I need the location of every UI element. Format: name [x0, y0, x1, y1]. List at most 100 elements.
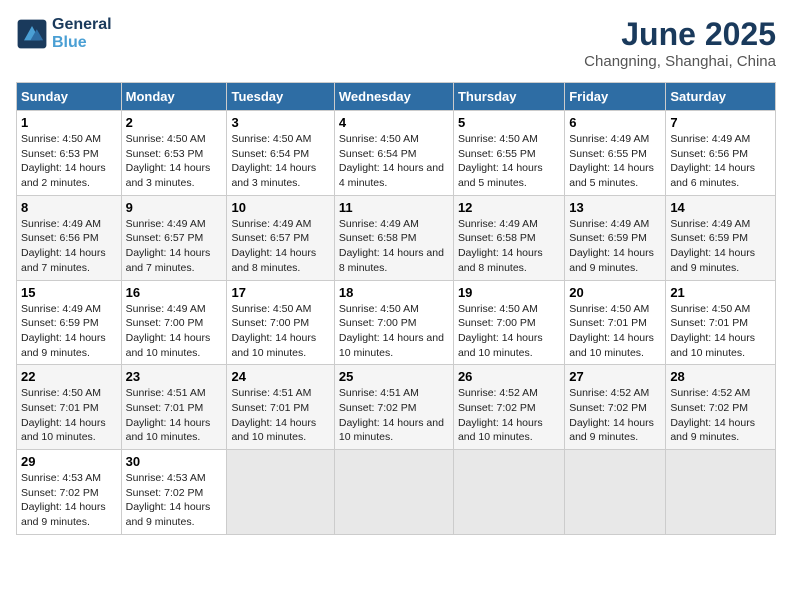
day-cell: 15Sunrise: 4:49 AMSunset: 6:59 PMDayligh…	[17, 280, 122, 365]
day-number: 24	[231, 369, 329, 384]
calendar-table: SundayMondayTuesdayWednesdayThursdayFrid…	[16, 82, 776, 535]
day-info: Sunrise: 4:52 AMSunset: 7:02 PMDaylight:…	[670, 386, 771, 445]
week-row-2: 8Sunrise: 4:49 AMSunset: 6:56 PMDaylight…	[17, 195, 776, 280]
day-number: 28	[670, 369, 771, 384]
day-info: Sunrise: 4:49 AMSunset: 6:57 PMDaylight:…	[231, 217, 329, 276]
day-number: 25	[339, 369, 449, 384]
day-cell: 16 Sunrise: 4:49 AMSunset: 7:00 PMDayligh…	[121, 280, 227, 365]
day-info: Sunrise: 4:51 AMSunset: 7:01 PMDaylight:…	[231, 386, 329, 445]
day-info: Sunrise: 4:50 AMSunset: 7:01 PMDaylight:…	[670, 302, 771, 361]
day-number: 13	[569, 200, 661, 215]
title-block: June 2025 Changning, Shanghai, China	[584, 16, 776, 70]
day-info: Sunrise: 4:49 AMSunset: 6:58 PMDaylight:…	[339, 217, 449, 276]
logo: General Blue	[16, 16, 112, 52]
day-number: 17	[231, 285, 329, 300]
day-number: 11	[339, 200, 449, 215]
day-cell: 28 Sunrise: 4:52 AMSunset: 7:02 PMDayligh…	[666, 365, 776, 450]
day-info: Sunrise: 4:49 AMSunset: 6:56 PMDaylight:…	[670, 132, 771, 191]
day-cell: 30 Sunrise: 4:53 AMSunset: 7:02 PMDayligh…	[121, 450, 227, 535]
day-cell: 10 Sunrise: 4:49 AMSunset: 6:57 PMDayligh…	[227, 195, 334, 280]
day-info: Sunrise: 4:51 AMSunset: 7:02 PMDaylight:…	[339, 386, 449, 445]
day-info: Sunrise: 4:53 AMSunset: 7:02 PMDaylight:…	[21, 471, 117, 530]
day-cell: 7 Sunrise: 4:49 AMSunset: 6:56 PMDaylight…	[666, 111, 776, 196]
header-cell-monday: Monday	[121, 83, 227, 111]
day-number: 30	[126, 454, 223, 469]
day-cell	[565, 450, 666, 535]
day-cell: 18 Sunrise: 4:50 AMSunset: 7:00 PMDayligh…	[334, 280, 453, 365]
day-number: 20	[569, 285, 661, 300]
day-info: Sunrise: 4:50 AMSunset: 7:00 PMDaylight:…	[339, 302, 449, 361]
day-cell	[227, 450, 334, 535]
week-row-4: 22 Sunrise: 4:50 AMSunset: 7:01 PMDayligh…	[17, 365, 776, 450]
header-cell-sunday: Sunday	[17, 83, 122, 111]
day-number: 19	[458, 285, 560, 300]
day-info: Sunrise: 4:49 AMSunset: 7:00 PMDaylight:…	[126, 302, 223, 361]
day-cell	[453, 450, 564, 535]
day-cell: 3 Sunrise: 4:50 AMSunset: 6:54 PMDaylight…	[227, 111, 334, 196]
calendar-body: 1 Sunrise: 4:50 AMSunset: 6:53 PMDaylight…	[17, 111, 776, 535]
day-number: 18	[339, 285, 449, 300]
day-info: Sunrise: 4:52 AMSunset: 7:02 PMDaylight:…	[569, 386, 661, 445]
day-number: 23	[126, 369, 223, 384]
day-cell: 9Sunrise: 4:49 AMSunset: 6:57 PMDaylight…	[121, 195, 227, 280]
day-cell: 1 Sunrise: 4:50 AMSunset: 6:53 PMDaylight…	[17, 111, 122, 196]
header-cell-wednesday: Wednesday	[334, 83, 453, 111]
day-number: 12	[458, 200, 560, 215]
day-number: 22	[21, 369, 117, 384]
day-number: 27	[569, 369, 661, 384]
day-info: Sunrise: 4:49 AMSunset: 6:59 PMDaylight:…	[569, 217, 661, 276]
day-info: Sunrise: 4:50 AMSunset: 6:53 PMDaylight:…	[126, 132, 223, 191]
day-number: 21	[670, 285, 771, 300]
day-info: Sunrise: 4:49 AMSunset: 6:55 PMDaylight:…	[569, 132, 661, 191]
day-number: 29	[21, 454, 117, 469]
day-cell	[666, 450, 776, 535]
day-info: Sunrise: 4:50 AMSunset: 7:01 PMDaylight:…	[21, 386, 117, 445]
day-number: 2	[126, 115, 223, 130]
day-cell: 19 Sunrise: 4:50 AMSunset: 7:00 PMDayligh…	[453, 280, 564, 365]
header-cell-saturday: Saturday	[666, 83, 776, 111]
day-number: 14	[670, 200, 771, 215]
day-cell: 22 Sunrise: 4:50 AMSunset: 7:01 PMDayligh…	[17, 365, 122, 450]
day-cell: 2 Sunrise: 4:50 AMSunset: 6:53 PMDaylight…	[121, 111, 227, 196]
day-cell: 21 Sunrise: 4:50 AMSunset: 7:01 PMDayligh…	[666, 280, 776, 365]
day-info: Sunrise: 4:49 AMSunset: 6:59 PMDaylight:…	[670, 217, 771, 276]
day-cell: 8Sunrise: 4:49 AMSunset: 6:56 PMDaylight…	[17, 195, 122, 280]
day-cell: 25 Sunrise: 4:51 AMSunset: 7:02 PMDayligh…	[334, 365, 453, 450]
day-info: Sunrise: 4:53 AMSunset: 7:02 PMDaylight:…	[126, 471, 223, 530]
day-info: Sunrise: 4:50 AMSunset: 7:01 PMDaylight:…	[569, 302, 661, 361]
day-info: Sunrise: 4:50 AMSunset: 6:55 PMDaylight:…	[458, 132, 560, 191]
day-info: Sunrise: 4:50 AMSunset: 6:53 PMDaylight:…	[21, 132, 117, 191]
header-cell-tuesday: Tuesday	[227, 83, 334, 111]
day-cell: 4Sunrise: 4:50 AMSunset: 6:54 PMDaylight…	[334, 111, 453, 196]
day-cell: 14 Sunrise: 4:49 AMSunset: 6:59 PMDayligh…	[666, 195, 776, 280]
week-row-1: 1 Sunrise: 4:50 AMSunset: 6:53 PMDaylight…	[17, 111, 776, 196]
week-row-3: 15Sunrise: 4:49 AMSunset: 6:59 PMDayligh…	[17, 280, 776, 365]
day-cell: 11 Sunrise: 4:49 AMSunset: 6:58 PMDayligh…	[334, 195, 453, 280]
day-number: 3	[231, 115, 329, 130]
day-cell: 5Sunrise: 4:50 AMSunset: 6:55 PMDaylight…	[453, 111, 564, 196]
day-cell: 27 Sunrise: 4:52 AMSunset: 7:02 PMDayligh…	[565, 365, 666, 450]
day-number: 15	[21, 285, 117, 300]
page-header: General Blue June 2025 Changning, Shangh…	[16, 16, 776, 70]
day-number: 1	[21, 115, 117, 130]
day-cell: 26Sunrise: 4:52 AMSunset: 7:02 PMDayligh…	[453, 365, 564, 450]
day-info: Sunrise: 4:50 AMSunset: 7:00 PMDaylight:…	[458, 302, 560, 361]
day-info: Sunrise: 4:50 AMSunset: 7:00 PMDaylight:…	[231, 302, 329, 361]
day-cell: 24 Sunrise: 4:51 AMSunset: 7:01 PMDayligh…	[227, 365, 334, 450]
logo-text: General Blue	[52, 16, 112, 52]
day-number: 9	[126, 200, 223, 215]
day-number: 10	[231, 200, 329, 215]
header-cell-friday: Friday	[565, 83, 666, 111]
day-info: Sunrise: 4:50 AMSunset: 6:54 PMDaylight:…	[231, 132, 329, 191]
day-number: 8	[21, 200, 117, 215]
header-row: SundayMondayTuesdayWednesdayThursdayFrid…	[17, 83, 776, 111]
day-cell: 17 Sunrise: 4:50 AMSunset: 7:00 PMDayligh…	[227, 280, 334, 365]
day-info: Sunrise: 4:52 AMSunset: 7:02 PMDaylight:…	[458, 386, 560, 445]
day-cell: 12Sunrise: 4:49 AMSunset: 6:58 PMDayligh…	[453, 195, 564, 280]
day-number: 7	[670, 115, 771, 130]
day-number: 16	[126, 285, 223, 300]
day-number: 4	[339, 115, 449, 130]
day-number: 6	[569, 115, 661, 130]
header-cell-thursday: Thursday	[453, 83, 564, 111]
week-row-5: 29 Sunrise: 4:53 AMSunset: 7:02 PMDayligh…	[17, 450, 776, 535]
